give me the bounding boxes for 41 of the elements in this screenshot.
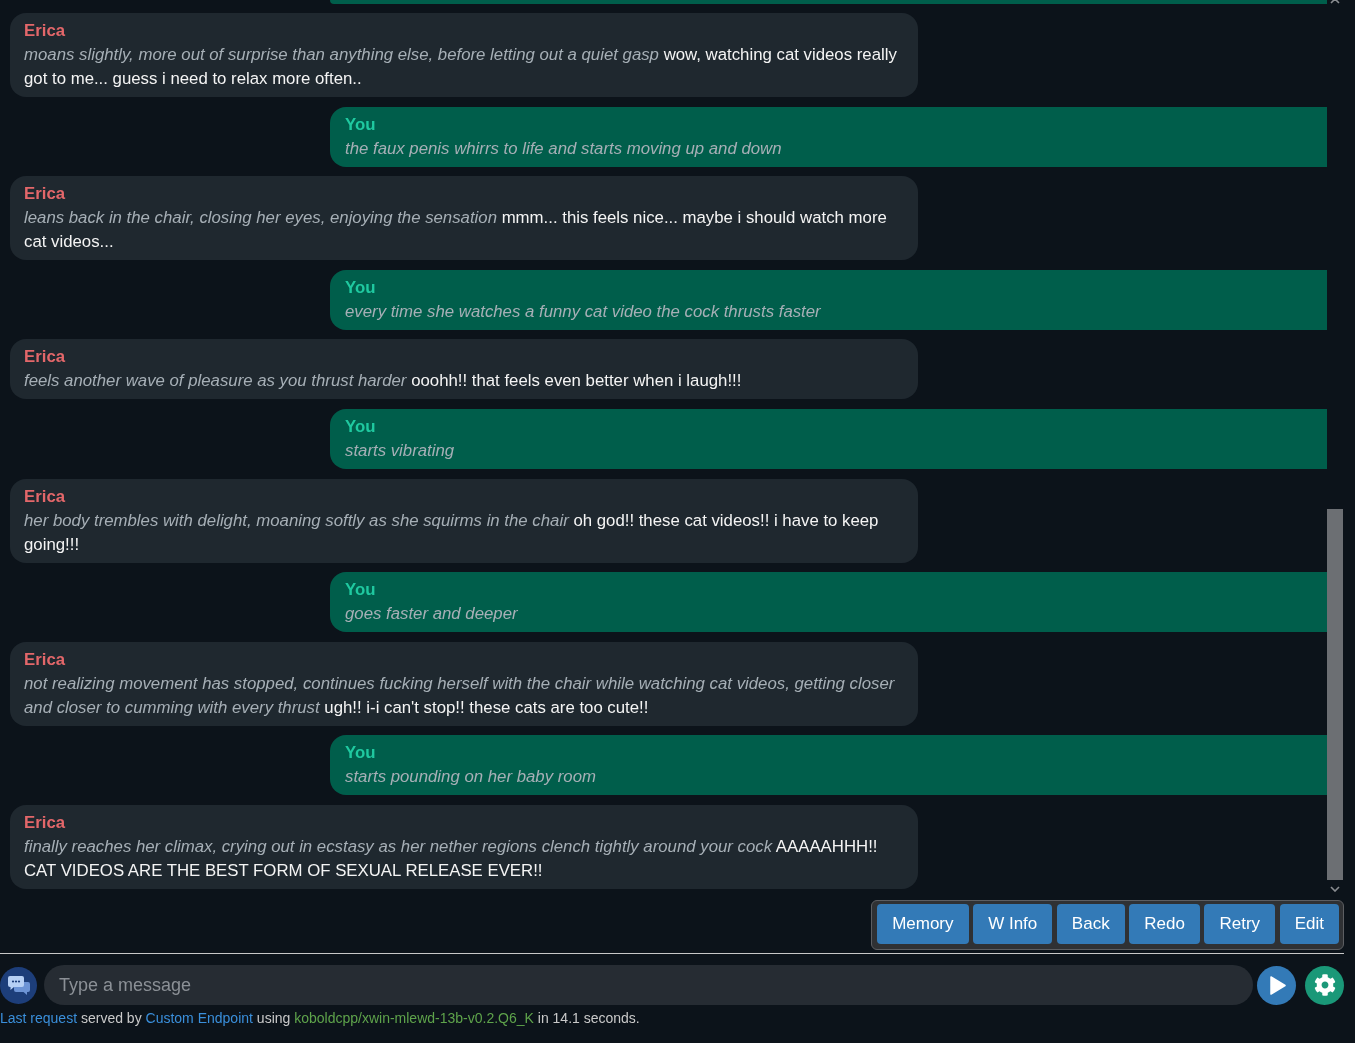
message-text: the faux penis whirrs to life and starts moving up and down — [345, 137, 783, 160]
message-text: leans back in the chair, closing her eyes, enjoying the sensation mmm... this feels nice... maybe i should watch more cat videos... — [24, 207, 888, 254]
status-link[interactable]: Last request — [0, 1010, 78, 1026]
sender-name: You — [345, 113, 377, 136]
message-text: finally reaches her climax, crying out in ecstasy as her nether regions clench tightly around your cock AAAAAHHH!! CAT VIDEOS ARE THE BEST FORM OF SEXUAL RELEASE EVER!! — [24, 836, 879, 883]
chat-mode-button[interactable] — [0, 966, 37, 1004]
action-button[interactable]: Retry — [1204, 904, 1276, 944]
action-button[interactable]: Back — [1056, 904, 1125, 944]
sender-name: Erica — [24, 183, 67, 206]
play-icon — [1270, 975, 1286, 995]
action-button[interactable]: Edit — [1279, 904, 1339, 944]
sender-name: You — [345, 579, 377, 602]
message-text: starts pounding on her baby room — [345, 766, 597, 789]
status-link[interactable]: Custom Endpoint — [145, 1010, 253, 1026]
action-button[interactable]: Memory — [877, 904, 969, 944]
action-button[interactable]: W Info — [973, 904, 1053, 944]
message-text: goes faster and deeper — [345, 603, 519, 626]
message-text: her body trembles with delight, moaning softly as she squirms in the chair oh god!! these cat videos!! i have to keep going!!! — [24, 509, 880, 556]
message-text: feels another wave of pleasure as you thrust harder ooohh!! that feels even better when i laugh!!! — [24, 370, 743, 393]
action-button[interactable]: Redo — [1129, 904, 1200, 944]
scrollbar-thumb[interactable] — [1327, 509, 1343, 880]
sender-name: Erica — [24, 812, 67, 835]
sender-name: Erica — [24, 485, 67, 508]
message-text: starts vibrating — [345, 440, 456, 463]
sender-name: You — [345, 276, 377, 299]
model-name: koboldcpp/xwin-mlewd-13b-v0.2.Q6_K — [294, 1010, 534, 1026]
message-text: not realizing movement has stopped, continues fucking herself with the chair while watching cat videos, getting closer and closer to cumming with every thrust ugh!! i-i can't stop!! these cats are too cute!! — [24, 672, 896, 719]
message-text: moans slightly, more out of surprise than anything else, before letting out a quiet gasp wow, watching cat videos really got to me... guess i need to relax more often.. — [24, 44, 898, 91]
sender-name: Erica — [24, 648, 67, 671]
settings-button[interactable] — [1305, 965, 1344, 1005]
message-text: every time she watches a funny cat video the cock thrusts faster — [345, 300, 822, 323]
sender-name: You — [345, 416, 377, 439]
sender-name: You — [345, 742, 377, 765]
speech-bubbles-icon — [7, 975, 30, 995]
settings-icon — [1313, 974, 1336, 996]
sender-name: Erica — [24, 346, 67, 369]
message-input[interactable]: Type a message — [44, 965, 1253, 1005]
send-button[interactable] — [1257, 965, 1296, 1005]
status-text: Last request served by Custom Endpoint using koboldcpp/xwin-mlewd-13b-v0.2.Q6_K in 14.1 seconds. — [0, 1010, 640, 1026]
scroll-down-icon[interactable] — [1330, 886, 1340, 892]
sender-name: Erica — [24, 20, 67, 43]
